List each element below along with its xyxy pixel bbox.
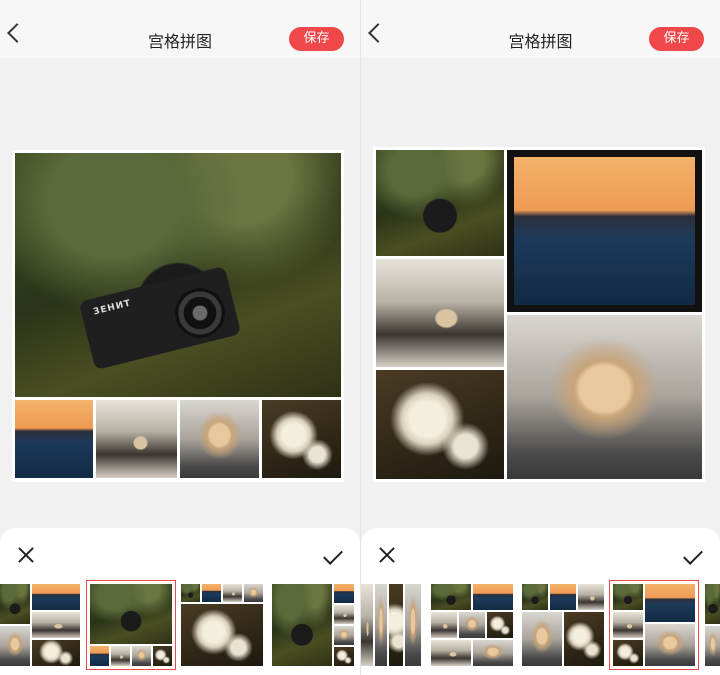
collage-cell-sunset[interactable]	[507, 150, 702, 312]
left-screen: 宫格拼图 保存 ЗЕНИТ	[0, 0, 360, 675]
template-thumb-3[interactable]	[181, 584, 263, 666]
close-icon[interactable]	[379, 547, 395, 563]
template-thumb-2[interactable]	[86, 580, 176, 670]
template-thumb-4[interactable]	[272, 584, 354, 666]
collage-cell-flower[interactable]	[262, 400, 341, 478]
template-panel	[0, 528, 360, 675]
template-thumb-4[interactable]	[609, 580, 699, 670]
collage-cell-woman[interactable]	[507, 315, 702, 479]
collage-canvas: ЗЕНИТ	[12, 150, 344, 482]
collage-cell-camera[interactable]: ЗЕНИТ	[15, 153, 341, 397]
check-icon[interactable]	[683, 545, 703, 565]
template-panel	[361, 528, 720, 675]
template-thumb-2[interactable]	[431, 584, 513, 666]
collage-cell-woman[interactable]	[180, 400, 259, 478]
top-bar: 宫格拼图 保存	[0, 0, 360, 58]
collage-cell-cafe[interactable]	[376, 259, 504, 367]
collage-canvas	[373, 147, 705, 482]
template-thumb-1[interactable]	[361, 584, 421, 666]
check-icon[interactable]	[323, 545, 343, 565]
collage-cell-cafe[interactable]	[96, 400, 177, 478]
template-list	[361, 580, 720, 670]
collage-cell-camera[interactable]	[376, 150, 504, 256]
collage-cell-flower[interactable]	[376, 370, 504, 479]
template-thumb-5[interactable]	[705, 584, 720, 666]
close-icon[interactable]	[18, 547, 34, 563]
collage-cell-sunset[interactable]	[15, 400, 93, 478]
template-thumb-3[interactable]	[522, 584, 604, 666]
save-button[interactable]: 保存	[649, 27, 704, 51]
template-list	[0, 580, 360, 670]
template-thumb-1[interactable]	[0, 584, 82, 666]
camera-lens	[175, 288, 225, 338]
top-bar: 宫格拼图 保存	[361, 0, 720, 58]
right-screen: 宫格拼图 保存	[360, 0, 720, 675]
save-button[interactable]: 保存	[289, 27, 344, 51]
